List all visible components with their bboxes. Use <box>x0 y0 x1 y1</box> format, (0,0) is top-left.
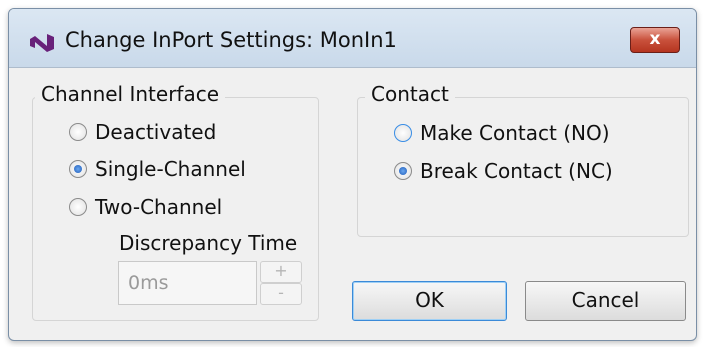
radio-label: Make Contact (NO) <box>420 121 610 145</box>
title-bar: Change InPort Settings: MonIn1 x <box>9 9 696 68</box>
increment-button[interactable]: + <box>260 261 302 283</box>
dialog-window: Change InPort Settings: MonIn1 x Channel… <box>8 8 697 341</box>
radio-button-icon <box>69 198 87 216</box>
radio-button-icon <box>69 160 87 178</box>
radio-button-icon <box>394 124 412 142</box>
channel-interface-legend: Channel Interface <box>35 82 226 106</box>
radio-button-icon <box>394 162 412 180</box>
ok-button[interactable]: OK <box>352 281 507 321</box>
radio-single-channel[interactable]: Single-Channel <box>69 157 246 181</box>
discrepancy-time-label: Discrepancy Time <box>119 231 298 255</box>
radio-button-icon <box>69 123 87 141</box>
close-icon: x <box>649 29 661 49</box>
radio-deactivated[interactable]: Deactivated <box>69 120 216 144</box>
discrepancy-time-field[interactable]: 0ms <box>118 261 257 305</box>
window-title: Change InPort Settings: MonIn1 <box>65 28 397 52</box>
radio-label: Break Contact (NC) <box>420 159 613 183</box>
radio-make-contact[interactable]: Make Contact (NO) <box>394 121 610 145</box>
radio-label: Deactivated <box>95 120 217 144</box>
cancel-button[interactable]: Cancel <box>525 281 686 321</box>
decrement-button[interactable]: - <box>260 283 302 305</box>
radio-label: Single-Channel <box>95 157 246 181</box>
radio-label: Two-Channel <box>95 195 223 219</box>
visual-studio-icon <box>30 34 54 52</box>
close-button[interactable]: x <box>630 27 680 53</box>
radio-break-contact[interactable]: Break Contact (NC) <box>394 159 613 183</box>
contact-legend: Contact <box>365 82 455 106</box>
radio-two-channel[interactable]: Two-Channel <box>69 195 222 219</box>
